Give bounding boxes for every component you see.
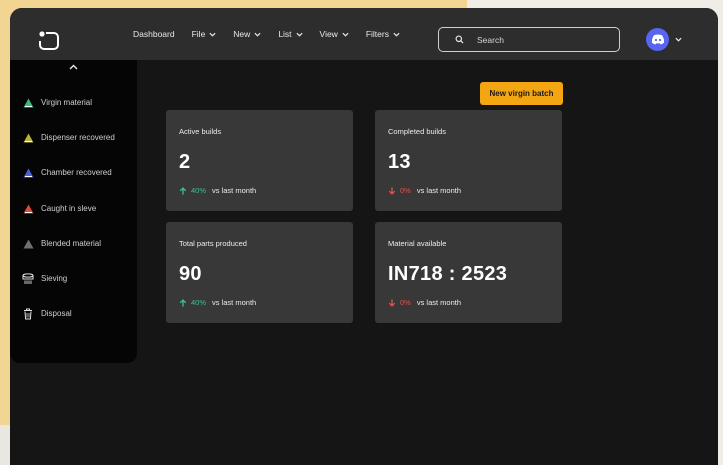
trend-percent: 40% xyxy=(191,298,207,307)
sidebar: Virgin material Dispenser recovered Cham… xyxy=(10,60,137,363)
sidebar-item-virgin-material[interactable]: Virgin material xyxy=(22,97,92,108)
trend-percent: 40% xyxy=(191,186,207,195)
sidebar-item-label: Sieving xyxy=(41,274,68,283)
stat-card-completed-builds: Completed builds 13 0% vs last month xyxy=(375,110,562,211)
card-title: Material available xyxy=(388,239,447,248)
main-menu: Dashboard File New List View Filters xyxy=(133,8,417,60)
stat-card-material-available: Material available IN718 : 2523 0% vs la… xyxy=(375,222,562,323)
sieve-icon xyxy=(22,272,34,284)
stat-card-active-builds: Active builds 2 40% vs last month xyxy=(166,110,353,211)
nav-new-menu[interactable]: New xyxy=(233,29,261,39)
triangle-gray-icon xyxy=(22,238,34,249)
arrow-up-icon xyxy=(179,298,187,306)
triangle-red-icon xyxy=(22,203,34,214)
sidebar-item-label: Chamber recovered xyxy=(41,168,112,177)
trend-percent: 0% xyxy=(400,298,411,307)
search-box[interactable] xyxy=(438,27,620,52)
arrow-down-icon xyxy=(388,299,396,307)
nav-list-label: List xyxy=(278,29,292,39)
search-input[interactable] xyxy=(477,34,607,45)
trend-percent: 0% xyxy=(400,186,411,195)
discord-icon xyxy=(651,34,664,45)
sidebar-item-label: Virgin material xyxy=(41,98,92,107)
chevron-down-icon xyxy=(342,32,349,37)
sidebar-item-label: Dispenser recovered xyxy=(41,133,115,142)
card-value: 2 xyxy=(179,151,191,173)
search-icon xyxy=(455,35,464,44)
trend-comparison: vs last month xyxy=(416,298,462,307)
sidebar-item-label: Caught in sleve xyxy=(41,204,97,213)
nav-file-label: File xyxy=(191,29,206,39)
sidebar-item-blended-material[interactable]: Blended material xyxy=(22,238,101,249)
nav-view-label: View xyxy=(319,29,338,39)
stat-card-total-parts: Total parts produced 90 40% vs last mont… xyxy=(166,222,353,323)
card-trend: 40% vs last month xyxy=(179,298,256,307)
card-value: 13 xyxy=(388,151,411,173)
nav-new-label: New xyxy=(233,29,251,39)
sidebar-item-label: Blended material xyxy=(41,239,102,248)
sidebar-item-label: Disposal xyxy=(41,309,72,318)
sidebar-item-chamber-recovered[interactable]: Chamber recovered xyxy=(22,167,112,178)
arrow-up-icon xyxy=(179,186,187,194)
card-value: 90 xyxy=(179,263,202,285)
triangle-green-icon xyxy=(22,97,34,108)
card-trend: 0% vs last month xyxy=(388,186,461,195)
sidebar-item-caught-in-sleve[interactable]: Caught in sleve xyxy=(22,203,96,214)
triangle-blue-icon xyxy=(22,167,34,178)
card-title: Active builds xyxy=(179,127,222,136)
nav-filters-label: Filters xyxy=(365,29,389,39)
user-avatar[interactable] xyxy=(646,28,669,51)
nav-view-menu[interactable]: View xyxy=(320,29,349,39)
trend-comparison: vs last month xyxy=(212,186,257,195)
nav-file-menu[interactable]: File xyxy=(192,29,217,39)
sidebar-item-dispenser-recovered[interactable]: Dispenser recovered xyxy=(22,132,115,143)
card-trend: 0% vs last month xyxy=(388,298,461,307)
triangle-olive-icon xyxy=(22,132,34,143)
chevron-down-icon xyxy=(295,32,303,37)
sidebar-item-disposal[interactable]: Disposal xyxy=(22,308,72,319)
app-logo-icon[interactable] xyxy=(38,30,60,52)
chevron-down-icon xyxy=(209,32,216,37)
arrow-down-icon xyxy=(388,187,396,195)
chevron-down-icon xyxy=(393,32,400,37)
card-title: Completed builds xyxy=(388,127,446,136)
card-value: IN718 : 2523 xyxy=(388,263,508,285)
card-trend: 40% vs last month xyxy=(179,186,256,195)
trend-comparison: vs last month xyxy=(416,186,462,195)
nav-dashboard-label: Dashboard xyxy=(133,29,175,39)
account-menu-chevron-icon[interactable] xyxy=(675,37,682,42)
trash-icon xyxy=(22,308,34,319)
card-title: Total parts produced xyxy=(179,239,247,248)
nav-dashboard[interactable]: Dashboard xyxy=(133,29,175,39)
trend-comparison: vs last month xyxy=(212,298,257,307)
sidebar-item-sieving[interactable]: Sieving xyxy=(22,272,68,284)
nav-list-menu[interactable]: List xyxy=(278,29,303,39)
chevron-down-icon xyxy=(254,32,261,37)
collapse-chevron-up-icon[interactable] xyxy=(69,64,78,70)
app-window: Dashboard File New List View Filters Sea… xyxy=(10,8,718,465)
new-virgin-batch-button[interactable]: New virgin batch xyxy=(480,82,563,105)
nav-filters-menu[interactable]: Filters xyxy=(366,29,400,39)
top-navbar: Dashboard File New List View Filters xyxy=(10,8,718,60)
